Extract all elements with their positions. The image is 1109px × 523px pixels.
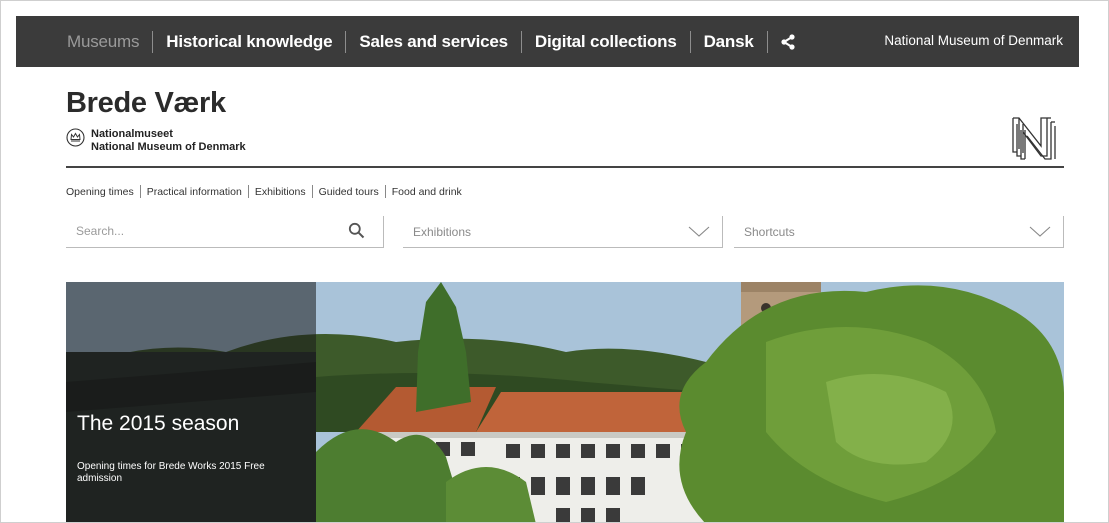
exhibitions-dropdown-label: Exhibitions (413, 225, 472, 239)
header-divider (66, 166, 1064, 168)
page-title: Brede Værk (66, 87, 226, 119)
hero-description: Opening times for Brede Works 2015 Free … (77, 461, 265, 484)
nav-language-dansk[interactable]: Dansk (704, 32, 754, 52)
sub-navigation: Opening times Practical information Exhi… (66, 185, 462, 198)
search-box (66, 216, 384, 248)
organization-label: Nationalmuseet National Museum of Denmar… (66, 128, 246, 154)
org-name-danish: Nationalmuseet (91, 128, 173, 140)
subnav-separator (139, 185, 141, 198)
exhibitions-dropdown[interactable]: Exhibitions (403, 216, 723, 248)
chevron-down-icon (1029, 225, 1051, 243)
main-navigation: Museums Historical knowledge Sales and s… (67, 16, 795, 67)
hero-title[interactable]: The 2015 season (77, 412, 239, 436)
shortcuts-dropdown-label: Shortcuts (744, 225, 795, 239)
hero-info-panel[interactable]: The 2015 season Opening times for Brede … (66, 282, 316, 522)
subnav-exhibitions[interactable]: Exhibitions (255, 186, 306, 198)
nav-separator (689, 30, 691, 53)
subnav-food-and-drink[interactable]: Food and drink (392, 186, 462, 198)
national-museum-n-logo[interactable] (1011, 116, 1065, 165)
nav-historical-knowledge[interactable]: Historical knowledge (166, 32, 332, 52)
shortcuts-dropdown[interactable]: Shortcuts (734, 216, 1064, 248)
share-icon[interactable] (781, 33, 795, 50)
subnav-separator (384, 185, 386, 198)
subnav-separator (247, 185, 249, 198)
nav-separator (152, 30, 154, 53)
search-input[interactable] (74, 223, 338, 239)
subnav-guided-tours[interactable]: Guided tours (319, 186, 379, 198)
crown-icon (66, 128, 85, 152)
chevron-down-icon (688, 225, 710, 243)
top-navigation-bar: Museums Historical knowledge Sales and s… (16, 16, 1079, 67)
subnav-separator (311, 185, 313, 198)
hero-banner[interactable]: The 2015 season Opening times for Brede … (66, 282, 1064, 522)
nav-separator (345, 30, 347, 53)
nav-separator (520, 30, 522, 53)
national-museum-link[interactable]: National Museum of Denmark (884, 33, 1063, 48)
org-name-english: National Museum of Denmark (91, 141, 246, 153)
subnav-practical-information[interactable]: Practical information (147, 186, 242, 198)
nav-sales-and-services[interactable]: Sales and services (359, 32, 508, 52)
nav-museums[interactable]: Museums (67, 32, 139, 52)
subnav-opening-times[interactable]: Opening times (66, 186, 134, 198)
search-icon[interactable] (348, 222, 365, 244)
nav-separator (766, 30, 768, 53)
nav-digital-collections[interactable]: Digital collections (535, 32, 677, 52)
page-frame: Museums Historical knowledge Sales and s… (0, 0, 1109, 523)
